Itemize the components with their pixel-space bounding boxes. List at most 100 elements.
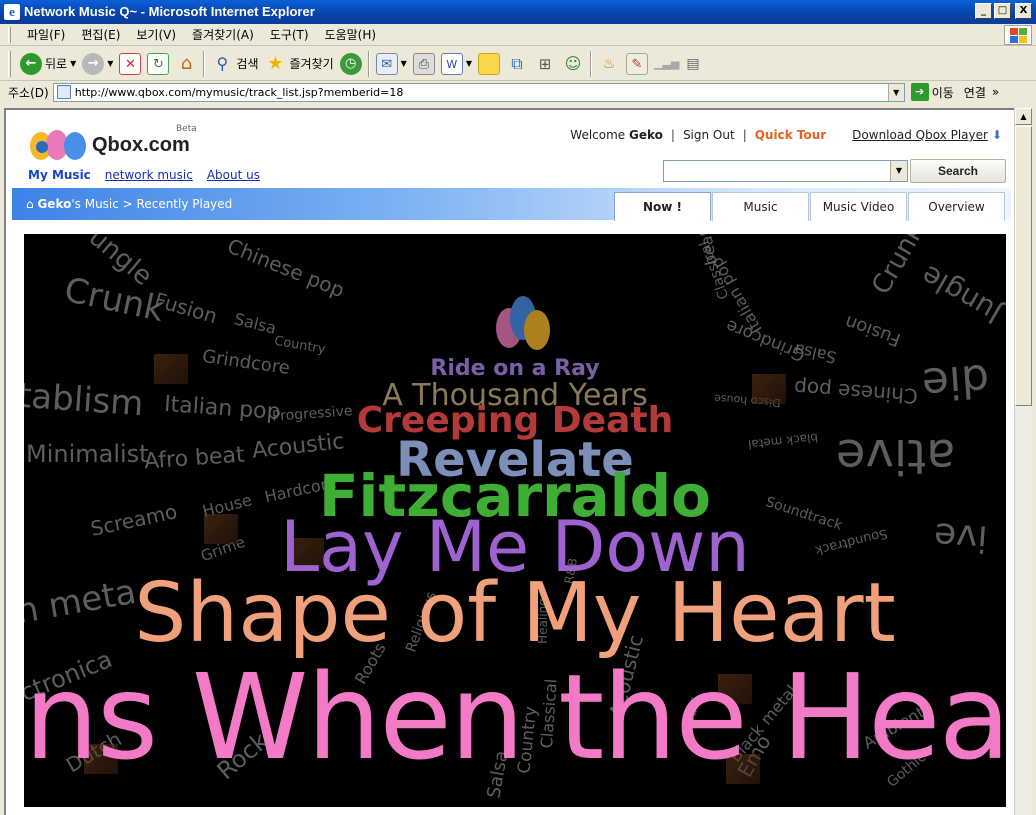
pen-button[interactable]: ✎ [623,50,651,78]
home-icon: ⌂ [180,52,193,74]
links-button[interactable]: 연결 [964,84,986,101]
history-button[interactable]: ◷ [337,50,365,78]
genre-word: beat [695,234,721,267]
favorites-button[interactable]: ★ 즐겨찾기 [262,50,337,78]
standard-toolbar: ← 뒤로 ▼ → ▼ ✕ ↻ ⌂ ⚲ 검색 ★ 즐겨찾기 ◷ ✉ ▼ ⎙ W ▼… [0,47,1036,81]
nav-my-music[interactable]: My Music [28,168,91,182]
menu-grip[interactable] [8,26,11,43]
track-title[interactable]: ns When the Hea [24,648,1006,786]
address-label: 주소(D) [8,85,49,100]
back-label: 뒤로 [45,57,68,71]
pencil-icon: ✎ [625,52,648,75]
download-player-link[interactable]: Download Qbox Player [852,128,988,142]
vertical-scrollbar[interactable]: ▲ [1014,108,1032,815]
qbox-logo[interactable]: Qbox.com Beta [28,124,197,160]
network-icon: ⧉ [511,53,523,73]
stop-icon: ✕ [119,52,142,75]
refresh-icon: ↻ [147,52,170,75]
binoculars-icon: ⊞ [538,54,552,73]
mail-dropdown-icon[interactable]: ▼ [401,59,407,68]
share-button[interactable]: ⧉ [503,50,531,78]
sign-out-link[interactable]: Sign Out [683,128,735,142]
search-label: 검색 [236,57,259,71]
tab-music-video[interactable]: Music Video [810,192,907,221]
quick-tour-link[interactable]: Quick Tour [755,128,826,142]
star-icon: ★ [267,52,284,74]
close-button[interactable]: X [1015,3,1032,19]
notes-button[interactable] [475,50,503,78]
signal-icon: ▁▃▅ [653,56,680,70]
download-arrow-icon[interactable]: ⬇ [992,128,1002,142]
address-input[interactable]: http://www.qbox.com/mymusic/track_list.j… [52,82,905,102]
forward-dropdown-icon[interactable]: ▼ [107,59,113,68]
genre-word: Chinese pop [224,234,348,303]
tab-music[interactable]: Music [712,192,809,221]
ie-icon: e [4,4,20,20]
print-button[interactable]: ⎙ [410,50,438,78]
pop-up-button[interactable]: ♨ [595,50,623,78]
search-input[interactable]: ▼ [663,160,908,182]
home-icon[interactable]: ⌂ [26,197,34,211]
account-nav: Welcome Geko | Sign Out | Quick Tour Dow… [570,128,1002,142]
magnifier-icon: ⚲ [216,53,229,73]
search-dropdown-icon[interactable]: ▼ [890,161,907,181]
window-title: Network Music Q~ - Microsoft Internet Ex… [24,4,315,19]
nav-about-us[interactable]: About us [207,168,260,182]
stop-button[interactable]: ✕ [116,50,144,78]
tab-overview[interactable]: Overview [908,192,1005,221]
now-playing-visualizer[interactable]: Crunk Chinese pop Fusion Salsa Country G… [24,234,1006,807]
breadcrumb: ⌂ Geko's Music > Recently Played [26,197,232,211]
scroll-up-icon[interactable]: ▲ [1015,108,1032,125]
menu-edit[interactable]: 편집(E) [73,26,128,43]
go-button[interactable]: ➔ 이동 [910,83,954,101]
address-bar: 주소(D) http://www.qbox.com/mymusic/track_… [0,81,1036,103]
signal-button[interactable]: ▁▃▅ [651,50,679,78]
menu-file[interactable]: 파일(F) [19,26,73,43]
refresh-button[interactable]: ↻ [144,50,172,78]
page-button[interactable]: ▤ [679,50,707,78]
maximize-button[interactable]: □ [994,3,1011,19]
history-icon: ◷ [339,52,362,75]
edit-dropdown-icon[interactable]: ▼ [466,59,472,68]
research-button[interactable]: ⊞ [531,50,559,78]
links-chevron-icon[interactable]: » [992,85,999,99]
title-bar[interactable]: e Network Music Q~ - Microsoft Internet … [0,0,1036,24]
favorites-label: 즐겨찾기 [289,57,334,71]
address-url[interactable]: http://www.qbox.com/mymusic/track_list.j… [75,86,404,99]
breadcrumb-user[interactable]: Geko [37,197,71,211]
go-arrow-icon: ➔ [910,83,929,101]
mail-icon: ✉ [375,52,398,75]
menu-tools[interactable]: 도구(T) [262,26,317,43]
toolbar-grip[interactable] [8,50,11,77]
scroll-thumb[interactable] [1015,126,1032,406]
menu-favorites[interactable]: 즐겨찾기(A) [184,26,262,43]
back-dropdown-icon[interactable]: ▼ [70,59,76,68]
forward-button[interactable]: → ▼ [79,50,116,78]
divider: | [670,128,675,142]
qbox-bubbles-icon [28,126,90,160]
nav-network-music[interactable]: network music [105,168,193,182]
menu-view[interactable]: 보기(V) [128,26,184,43]
username: Geko [629,128,663,142]
search-button[interactable]: ⚲ 검색 [208,50,261,78]
view-tabs: Now ! Music Music Video Overview [614,192,1006,221]
edit-button[interactable]: W ▼ [438,50,475,78]
address-dropdown-icon[interactable]: ▼ [887,83,904,101]
back-arrow-icon: ← [20,52,42,75]
forward-arrow-icon: → [82,52,105,75]
menu-help[interactable]: 도움말(H) [317,26,385,43]
main-nav: My Music network music About us [28,168,260,182]
genre-word: Fusion [151,287,221,329]
mail-button[interactable]: ✉ ▼ [373,50,410,78]
back-button[interactable]: ← 뒤로 ▼ [17,50,79,78]
home-button[interactable]: ⌂ [172,50,200,78]
page-viewport: Qbox.com Beta Welcome Geko | Sign Out | … [4,108,1014,815]
messenger-button[interactable]: ☺ [559,50,587,78]
page-icon: ▤ [686,55,700,72]
search-button[interactable]: Search [910,159,1006,183]
window-controls: _ □ X [975,3,1032,19]
tab-now[interactable]: Now ! [614,192,711,221]
go-label: 이동 [931,85,954,100]
track-title[interactable]: Shape of My Heart [24,566,1006,661]
minimize-button[interactable]: _ [975,3,992,19]
